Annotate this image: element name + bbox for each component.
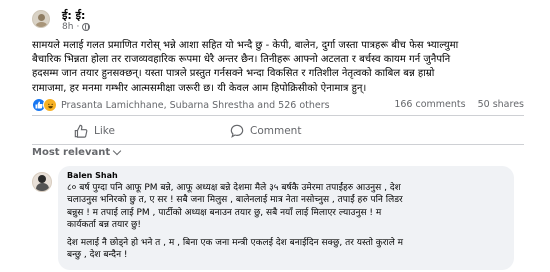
comment-line: देश मलाई नै छोड्ने हो भने त , म , बिना ए… <box>67 237 404 248</box>
commenter-name[interactable]: Balen Shah <box>67 171 505 180</box>
like-label: Like <box>94 125 115 137</box>
comment-sort-label: Most relevant <box>32 147 111 158</box>
post-meta: 8h · <box>62 22 91 32</box>
post-stats: Prasanta Lamichhane, Subarna Shrestha an… <box>32 98 524 114</box>
comment-label: Comment <box>250 125 302 137</box>
comment-line: बन्छु , देश बन्दैन ! <box>67 250 128 261</box>
thumbs-up-icon <box>74 124 88 138</box>
action-bar: Like Comment <box>32 118 524 144</box>
post-timestamp[interactable]: 8h <box>62 22 73 32</box>
chevron-down-icon <box>112 146 122 156</box>
comment-line: चलाउनुस भनिरको छु त, ए सर ! सबै जना मिलु… <box>67 195 403 206</box>
globe-icon <box>82 23 91 31</box>
haha-reaction-icon <box>43 98 57 112</box>
comment-line: कार्यकर्ता बन्न तयार छु! <box>67 220 141 231</box>
post-body-line: सामयले मलाई गलत प्रमाणित गरोस् भन्ने आशा… <box>32 40 459 51</box>
comment-bubble: Balen Shah ८० बर्ष पुग्दा पनि आफू PM बन्… <box>58 166 514 270</box>
comment-icon <box>230 124 244 138</box>
post-body-line: हदसम्म जान तयार हुनसक्छन्। यस्ता पात्रले… <box>32 68 435 80</box>
post-author-name[interactable]: ई: ई: <box>62 8 85 23</box>
comments-count[interactable]: 166 comments <box>394 99 465 110</box>
actions-divider <box>32 144 524 145</box>
comment-line: ८० बर्ष पुग्दा पनि आफू PM बन्ने, आफू अध्… <box>67 183 401 193</box>
post-body: सामयले मलाई गलत प्रमाणित गरोस् भन्ने आशा… <box>32 39 532 96</box>
engagement-counts: 166 comments 50 shares <box>394 99 524 110</box>
comment-button[interactable]: Comment <box>230 118 301 144</box>
comment-text: ८० बर्ष पुग्दा पनि आफू PM बन्ने, आफू अध्… <box>67 182 505 261</box>
post-body-line: बैचारिक भिन्नता होला तर राजव्यवहारिक रूप… <box>32 54 451 66</box>
reactors-text[interactable]: Prasanta Lamichhane, Subarna Shrestha an… <box>61 100 330 111</box>
reaction-summary[interactable]: Prasanta Lamichhane, Subarna Shrestha an… <box>32 98 330 112</box>
post-body-line: रामाजमा, हर मनमा गम्भीर आत्मसमीक्षा जरूर… <box>32 82 367 94</box>
shares-count[interactable]: 50 shares <box>478 99 524 110</box>
author-avatar[interactable] <box>32 10 50 28</box>
comment-line: बन्नुस ! म तपाई लाई PM , पार्टीको अध्यक्… <box>67 207 382 218</box>
like-button[interactable]: Like <box>74 118 115 144</box>
stats-divider <box>32 115 524 116</box>
commenter-avatar[interactable] <box>32 172 52 192</box>
comment-sort-dropdown[interactable]: Most relevant <box>32 146 122 158</box>
